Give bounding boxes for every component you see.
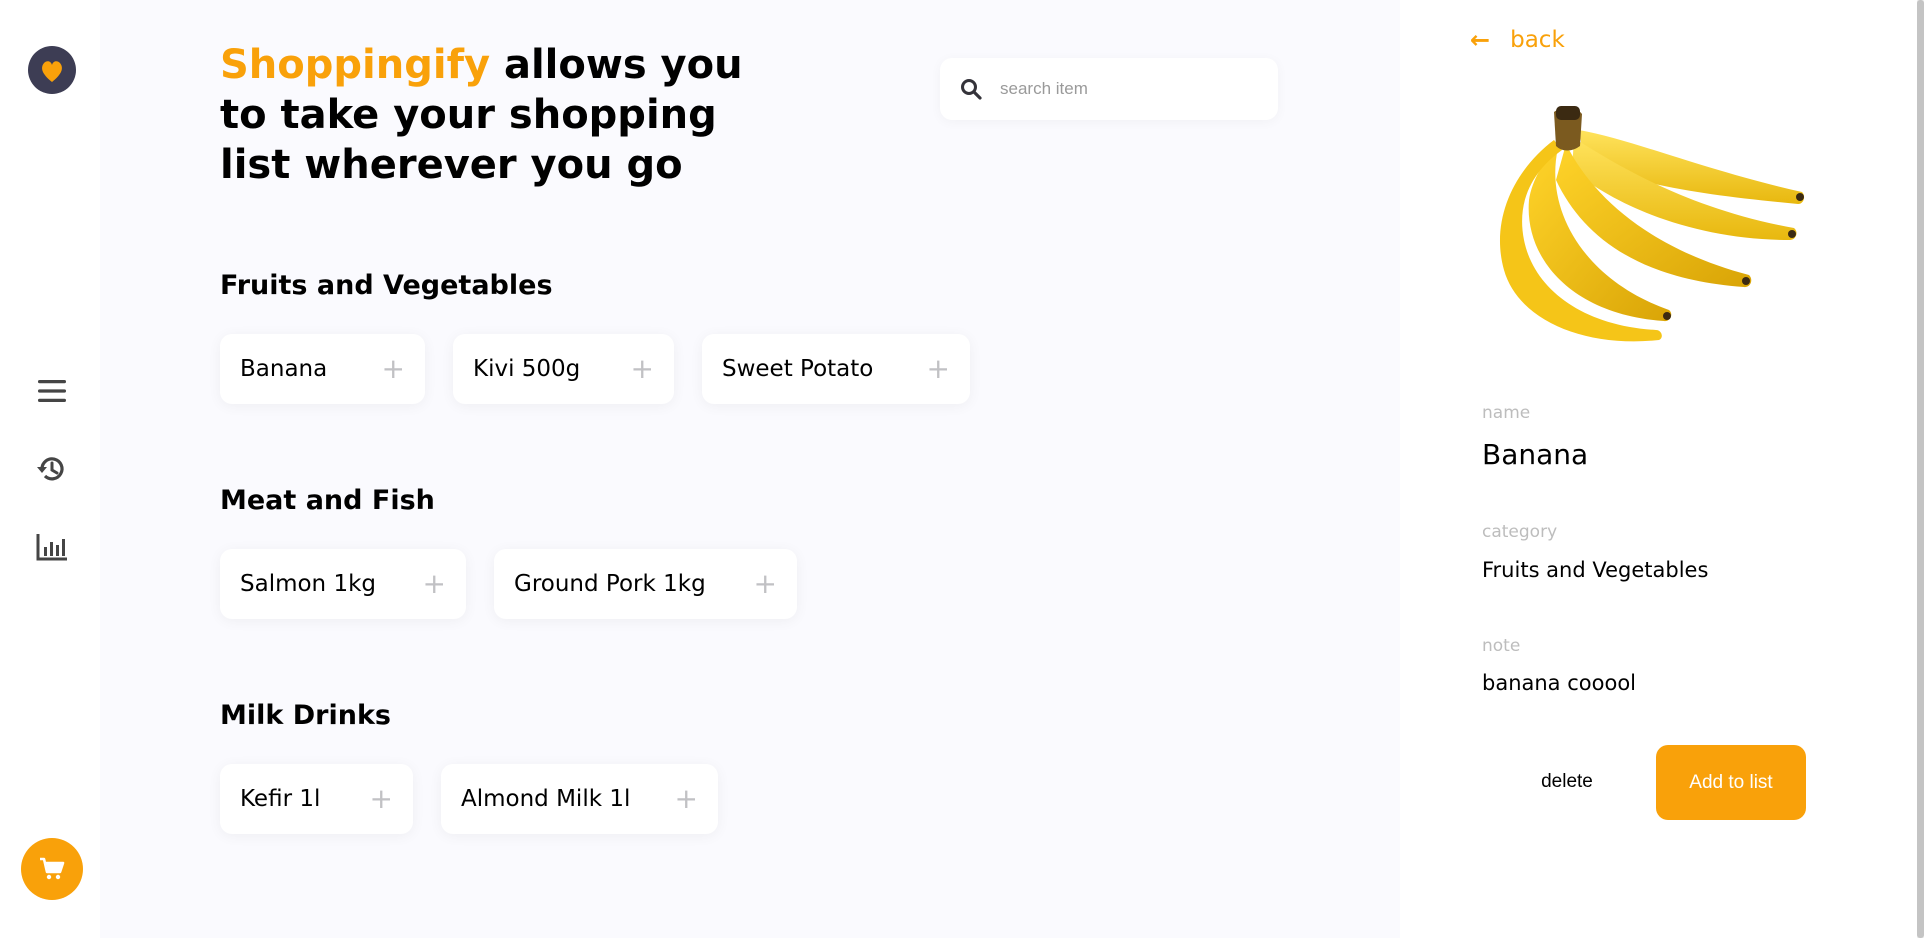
- plus-icon[interactable]: +: [370, 785, 393, 813]
- category-items: Kefir 1l + Almond Milk 1l +: [220, 764, 718, 834]
- arrow-left-icon: ←: [1470, 26, 1491, 54]
- item-card[interactable]: Ground Pork 1kg +: [494, 549, 797, 619]
- scrollbar-thumb[interactable]: [1917, 0, 1924, 938]
- item-card[interactable]: Salmon 1kg +: [220, 549, 466, 619]
- note-label: note: [1482, 636, 1521, 656]
- search-box[interactable]: [940, 58, 1278, 120]
- brand-name: Shoppingify: [220, 42, 491, 88]
- back-button[interactable]: ← back: [1470, 26, 1565, 54]
- list-icon[interactable]: [32, 371, 72, 411]
- category-title: Milk Drinks: [220, 700, 391, 731]
- cart-button[interactable]: [21, 838, 83, 900]
- category-title: Meat and Fish: [220, 485, 435, 516]
- category-items: Banana + Kivi 500g + Sweet Potato +: [220, 334, 970, 404]
- plus-icon[interactable]: +: [927, 355, 950, 383]
- item-card[interactable]: Kivi 500g +: [453, 334, 674, 404]
- name-label: name: [1482, 403, 1531, 423]
- item-card[interactable]: Kefir 1l +: [220, 764, 413, 834]
- item-name: Kefir 1l: [240, 786, 321, 812]
- search-input[interactable]: [1000, 79, 1250, 99]
- sidebar: [0, 0, 100, 938]
- plus-icon[interactable]: +: [754, 570, 777, 598]
- category-label: category: [1482, 522, 1558, 542]
- item-card[interactable]: Sweet Potato +: [702, 334, 970, 404]
- plus-icon[interactable]: +: [382, 355, 405, 383]
- logo-icon[interactable]: [28, 46, 76, 94]
- item-name: Sweet Potato: [722, 356, 874, 382]
- add-to-list-button[interactable]: Add to list: [1656, 745, 1806, 820]
- item-name: Ground Pork 1kg: [514, 571, 706, 597]
- item-name: Salmon 1kg: [240, 571, 377, 597]
- item-name-value: Banana: [1482, 438, 1589, 471]
- category-title: Fruits and Vegetables: [220, 270, 553, 301]
- plus-icon[interactable]: +: [631, 355, 654, 383]
- item-card[interactable]: Almond Milk 1l +: [441, 764, 718, 834]
- item-name: Almond Milk 1l: [461, 786, 631, 812]
- item-card[interactable]: Banana +: [220, 334, 425, 404]
- search-icon: [961, 79, 982, 100]
- item-category-value: Fruits and Vegetables: [1482, 558, 1709, 582]
- delete-button[interactable]: delete: [1512, 760, 1622, 804]
- page-headline: Shoppingify allows you to take your shop…: [220, 40, 780, 190]
- item-image: [1499, 106, 1805, 342]
- item-detail-panel: ← back name Banana category Fruits and V…: [1400, 0, 1924, 938]
- main-content: Shoppingify allows you to take your shop…: [100, 0, 1400, 938]
- category-items: Salmon 1kg + Ground Pork 1kg +: [220, 549, 797, 619]
- statistics-icon[interactable]: [32, 527, 72, 567]
- back-label: back: [1510, 27, 1565, 53]
- item-name: Kivi 500g: [473, 356, 581, 382]
- plus-icon[interactable]: +: [423, 570, 446, 598]
- cart-icon: [40, 857, 65, 880]
- item-name: Banana: [240, 356, 328, 382]
- plus-icon[interactable]: +: [675, 785, 698, 813]
- item-note-value: banana cooool: [1482, 671, 1637, 695]
- history-icon[interactable]: [32, 449, 72, 489]
